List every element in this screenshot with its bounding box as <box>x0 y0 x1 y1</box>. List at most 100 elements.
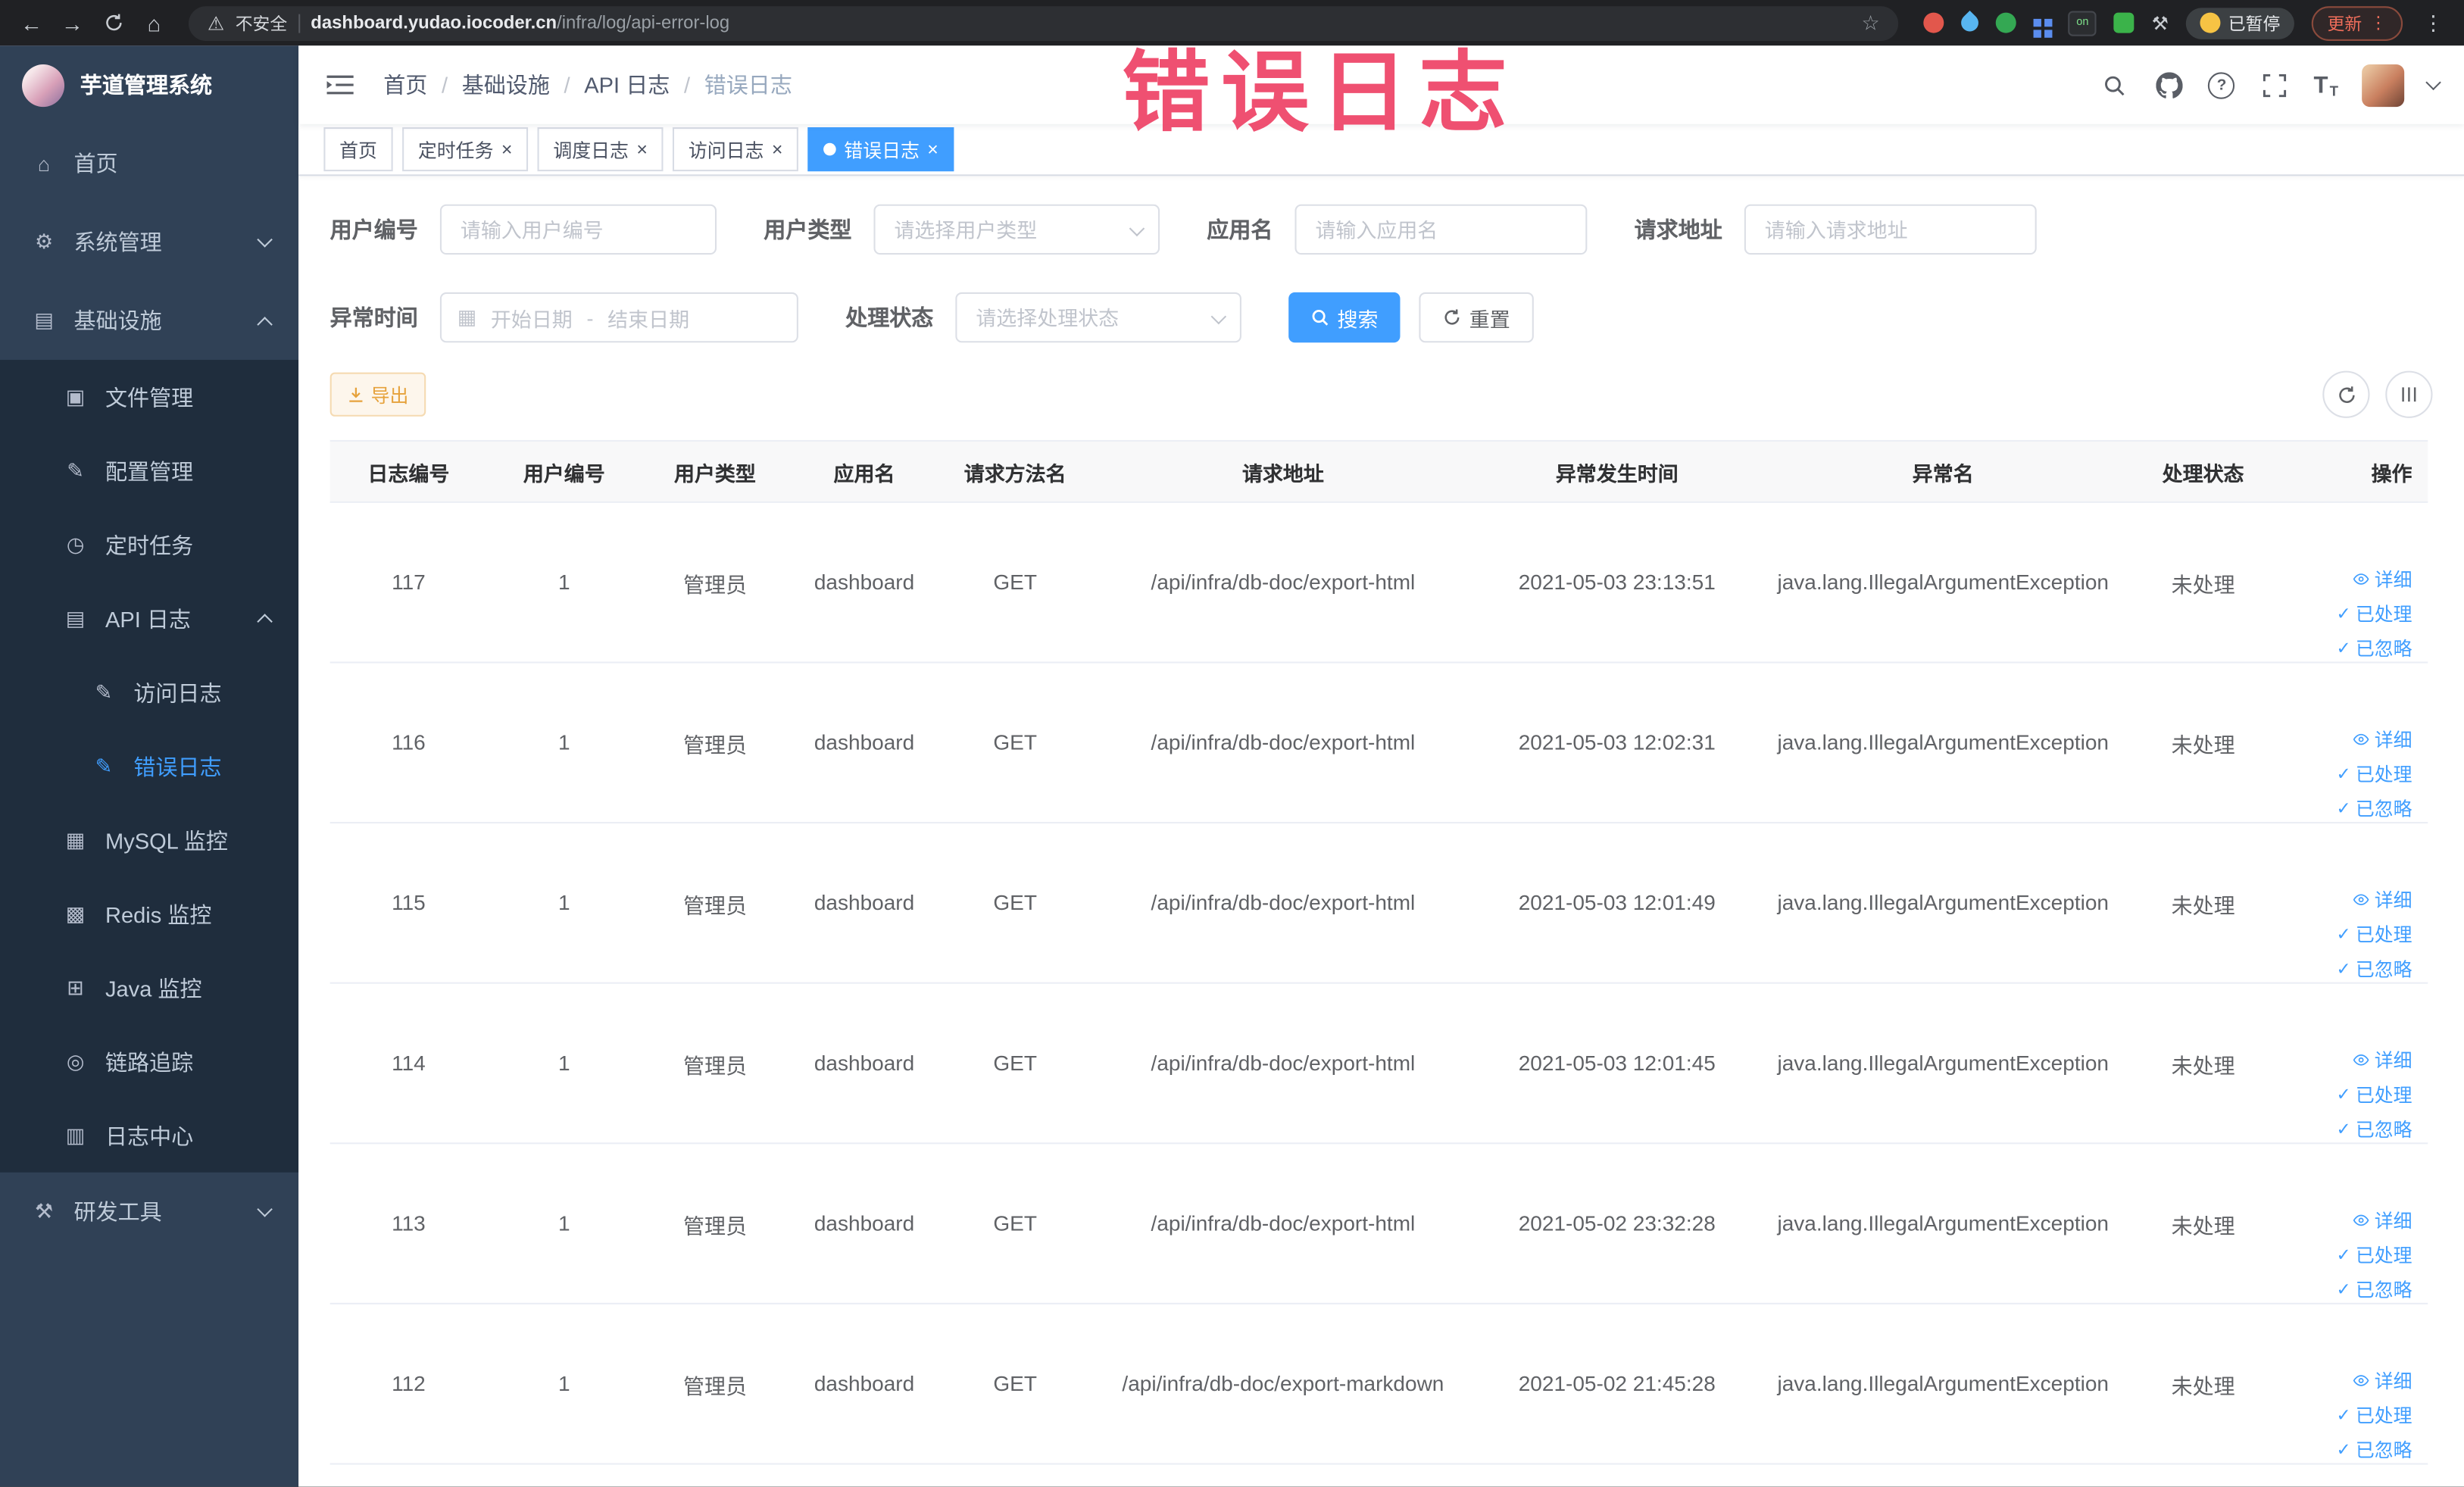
sidebar-fold-icon[interactable] <box>323 69 354 100</box>
sidebar-item-file[interactable]: ▣ 文件管理 <box>0 360 298 434</box>
extension-drop-icon[interactable] <box>1957 10 1983 36</box>
ignore-link[interactable]: ✓ 已忽略 <box>2336 635 2412 661</box>
sidebar-item-trace[interactable]: ◎ 链路追踪 <box>0 1025 298 1099</box>
process-status-select[interactable] <box>955 292 1241 343</box>
security-label[interactable]: 不安全 <box>236 10 287 35</box>
close-icon[interactable]: × <box>636 140 648 159</box>
ignore-link[interactable]: ✓ 已忽略 <box>2336 1276 2412 1303</box>
help-icon[interactable]: ? <box>2208 71 2235 98</box>
user-avatar[interactable] <box>2362 64 2405 107</box>
cell-log-id: 116 <box>392 730 426 754</box>
app-name-input[interactable] <box>1294 204 1588 255</box>
tools-icon: ⚒ <box>34 1198 54 1223</box>
logo-image <box>22 64 65 107</box>
search-button[interactable]: 搜索 <box>1288 292 1401 343</box>
sidebar-item-infra[interactable]: ▤ 基础设施 <box>0 281 298 360</box>
detail-link[interactable]: 详细 <box>2353 1367 2412 1394</box>
sidebar-item-job[interactable]: ◷ 定时任务 <box>0 508 298 582</box>
sidebar-item-access-log[interactable]: ✎ 访问日志 <box>0 655 298 729</box>
process-link[interactable]: ✓ 已处理 <box>2336 601 2412 627</box>
fullscreen-icon[interactable] <box>2259 69 2290 100</box>
ignore-link[interactable]: ✓ 已忽略 <box>2336 795 2412 822</box>
home-icon[interactable]: ⌂ <box>135 4 173 42</box>
request-url-input[interactable] <box>1744 204 2037 255</box>
tag-error-log[interactable]: 错误日志 × <box>807 127 954 172</box>
cell-user-type: 管理员 <box>682 893 747 917</box>
user-caret-down-icon[interactable] <box>2425 73 2441 90</box>
sidebar-item-label: 链路追踪 <box>105 1048 194 1075</box>
date-range-picker[interactable]: ▦ 开始日期 - 结束日期 <box>439 292 798 343</box>
address-bar[interactable]: ⚠ 不安全 dashboard.yudao.iocoder.cn/infra/l… <box>188 5 1899 40</box>
page-url[interactable]: dashboard.yudao.iocoder.cn/infra/log/api… <box>311 14 729 33</box>
extension-grid-icon[interactable] <box>2034 18 2042 27</box>
reset-button[interactable]: 重置 <box>1419 292 1534 343</box>
sidebar-item-mysql[interactable]: ▦ MySQL 监控 <box>0 803 298 877</box>
reload-icon[interactable] <box>94 4 132 42</box>
sidebar-item-dev-tools[interactable]: ⚒ 研发工具 <box>0 1173 298 1251</box>
github-icon[interactable] <box>2153 69 2184 100</box>
process-link[interactable]: ✓ 已处理 <box>2336 761 2412 787</box>
back-icon[interactable]: ← <box>13 4 51 42</box>
reset-button-label: 重置 <box>1469 307 1510 331</box>
extension-on-badge-icon[interactable]: on <box>2068 10 2097 36</box>
extension-pickaxe-icon[interactable]: ⚒ <box>2152 12 2169 34</box>
ignore-link[interactable]: ✓ 已忽略 <box>2336 955 2412 982</box>
detail-link[interactable]: 详细 <box>2353 886 2412 913</box>
breadcrumb-home[interactable]: 首页 <box>383 69 427 100</box>
extension-leaf-icon[interactable] <box>2113 12 2135 33</box>
sidebar-item-home[interactable]: ⌂ 首页 <box>0 124 298 203</box>
process-link[interactable]: ✓ 已处理 <box>2336 921 2412 948</box>
detail-link[interactable]: 详细 <box>2353 566 2412 592</box>
forward-icon[interactable]: → <box>54 4 92 42</box>
app-title: 芋道管理系统 <box>80 72 213 98</box>
sidebar-item-java[interactable]: ⊞ Java 监控 <box>0 951 298 1025</box>
tag-job-log[interactable]: 调度日志 × <box>537 127 664 172</box>
font-size-icon[interactable]: TT <box>2314 71 2339 98</box>
ignore-link[interactable]: ✓ 已忽略 <box>2336 1436 2412 1463</box>
close-icon[interactable]: × <box>501 140 513 159</box>
export-button[interactable]: 导出 <box>329 372 426 417</box>
tag-home[interactable]: 首页 <box>323 127 393 172</box>
breadcrumb-separator: / <box>564 72 570 98</box>
detail-link[interactable]: 详细 <box>2353 726 2412 752</box>
sidebar-item-error-log[interactable]: ✎ 错误日志 <box>0 729 298 804</box>
tag-access-log[interactable]: 访问日志 × <box>673 127 799 172</box>
ignore-link[interactable]: ✓ 已忽略 <box>2336 1116 2412 1142</box>
paused-chip[interactable]: 已暂停 <box>2185 7 2294 39</box>
app-logo[interactable]: 芋道管理系统 <box>0 45 298 124</box>
detail-label: 详细 <box>2374 569 2412 592</box>
sidebar-item-label: 系统管理 <box>73 229 162 255</box>
user-type-select[interactable] <box>873 204 1160 255</box>
cell-exception: java.lang.IllegalArgumentException <box>1777 891 2110 915</box>
process-link[interactable]: ✓ 已处理 <box>2336 1081 2412 1107</box>
col-header: 操作 <box>2371 461 2412 486</box>
detail-link[interactable]: 详细 <box>2353 1047 2412 1073</box>
refresh-button[interactable] <box>2322 370 2370 418</box>
breadcrumb-api-log[interactable]: API 日志 <box>584 69 670 100</box>
cell-method: GET <box>993 730 1037 754</box>
browser-menu-icon[interactable]: ⋮ <box>2416 10 2452 35</box>
tag-job[interactable]: 定时任务 × <box>402 127 529 172</box>
sidebar-item-redis[interactable]: ▩ Redis 监控 <box>0 877 298 951</box>
sidebar-item-api-log[interactable]: ▤ API 日志 <box>0 582 298 656</box>
bookmark-star-icon[interactable]: ☆ <box>1862 10 1880 35</box>
sidebar-item-config[interactable]: ✎ 配置管理 <box>0 434 298 508</box>
home-menu-icon: ⌂ <box>37 152 51 176</box>
close-icon[interactable]: × <box>772 140 783 159</box>
user-id-input[interactable] <box>439 204 717 255</box>
detail-link[interactable]: 详细 <box>2353 1207 2412 1233</box>
search-icon[interactable] <box>2098 69 2129 100</box>
sidebar-item-system[interactable]: ⚙ 系统管理 <box>0 203 298 282</box>
update-chip[interactable]: 更新 ⋮ <box>2311 5 2403 40</box>
process-link[interactable]: ✓ 已处理 <box>2336 1402 2412 1429</box>
security-warning-icon: ⚠ <box>207 11 225 34</box>
date-separator: - <box>586 305 594 330</box>
extension-red-icon[interactable] <box>1923 12 1944 33</box>
extension-green-icon[interactable] <box>1996 12 2017 33</box>
close-icon[interactable]: × <box>927 140 938 159</box>
process-link[interactable]: ✓ 已处理 <box>2336 1242 2412 1268</box>
column-settings-button[interactable] <box>2385 370 2433 418</box>
breadcrumb-infra[interactable]: 基础设施 <box>462 69 550 100</box>
top-navbar: 首页 / 基础设施 / API 日志 / 错误日志 ? T T <box>298 45 2464 124</box>
sidebar-item-log-center[interactable]: ▥ 日志中心 <box>0 1098 298 1173</box>
